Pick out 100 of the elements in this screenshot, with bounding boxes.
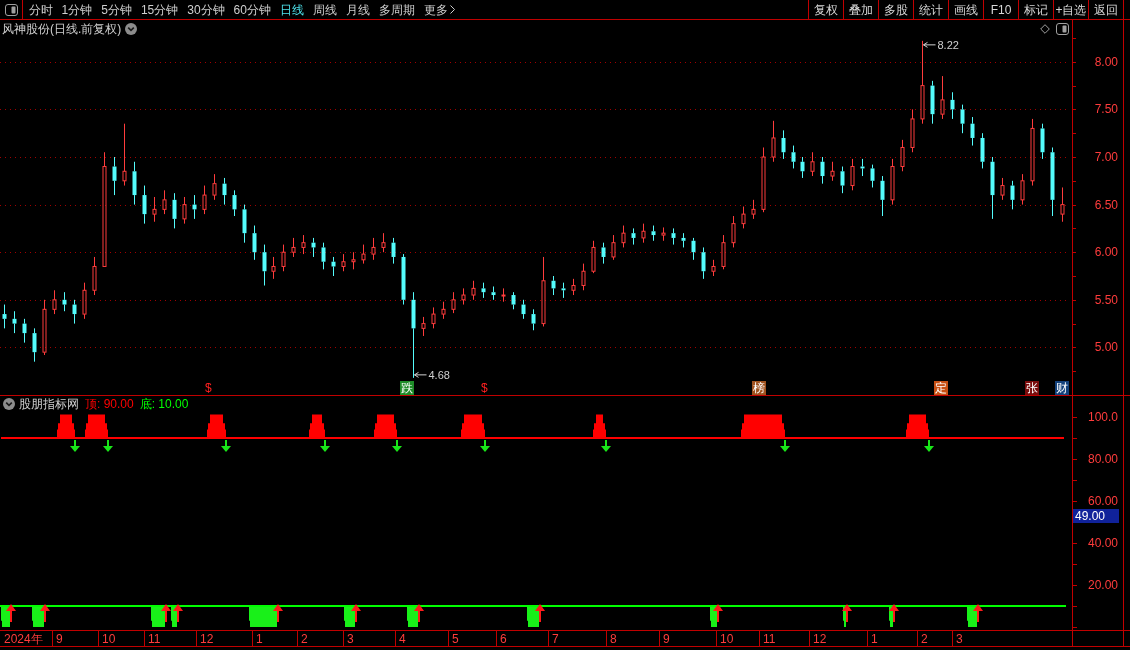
candlestick (611, 234, 616, 261)
candlestick (721, 234, 726, 270)
candlestick (850, 158, 855, 191)
toolbar-button[interactable]: 统计 (913, 0, 948, 19)
candlestick (172, 192, 177, 229)
candlestick (820, 156, 825, 185)
toolbar-button[interactable]: 标记 (1018, 0, 1053, 19)
candlestick (361, 244, 366, 265)
candlestick (781, 129, 786, 160)
chevron-right-icon (449, 5, 455, 14)
candlestick (561, 282, 566, 299)
candlestick (860, 158, 865, 177)
candlestick (192, 194, 197, 220)
candlestick (960, 104, 965, 134)
time-axis-label: 6 (500, 632, 507, 646)
candlestick (72, 299, 77, 325)
down-arrow-icon (601, 439, 611, 452)
candlestick (451, 291, 456, 314)
period-tab[interactable]: 更多 (419, 0, 460, 19)
event-tag[interactable]: 定 (934, 381, 948, 395)
event-marker[interactable]: $ (205, 381, 212, 395)
period-tab[interactable]: 周线 (308, 0, 342, 19)
toolbar-button[interactable]: 复权 (808, 0, 843, 19)
time-axis-label: 1 (256, 632, 263, 646)
candlestick (791, 145, 796, 169)
up-arrow-icon (535, 604, 545, 623)
event-tag[interactable]: 财 (1055, 381, 1069, 395)
time-axis-label: 12 (813, 632, 827, 646)
period-tab[interactable]: 1分钟 (57, 0, 97, 19)
down-arrow-icon (480, 439, 490, 452)
candlestick (800, 156, 805, 179)
time-axis-label: 9 (663, 632, 670, 646)
down-arrow-icon (780, 439, 790, 452)
time-axis-label: 2 (301, 632, 308, 646)
indicator-axis-label: 80.00 (1087, 452, 1118, 466)
diamond-icon[interactable] (1040, 24, 1050, 34)
chevron-down-circle-icon[interactable] (3, 398, 15, 410)
toolbar-button[interactable]: 叠加 (843, 0, 878, 19)
candlestick (112, 156, 117, 196)
candlestick (970, 116, 975, 147)
toolbar-button[interactable]: +自选 (1053, 0, 1088, 19)
up-arrow-icon (40, 604, 50, 623)
time-axis-label: 12 (200, 632, 214, 646)
candlestick (810, 151, 815, 177)
candlestick (461, 287, 466, 306)
candlestick (701, 246, 706, 280)
toolbar-button[interactable]: F10 (983, 0, 1018, 19)
event-tag[interactable]: 跌 (400, 381, 414, 395)
candlestick (1050, 147, 1055, 217)
candlestick (212, 173, 217, 201)
candlestick (301, 234, 306, 255)
chevron-down-circle-icon[interactable] (125, 23, 138, 35)
period-tab[interactable]: 月线 (341, 0, 375, 19)
event-marker[interactable]: $ (481, 381, 488, 395)
period-tab[interactable]: 30分钟 (182, 0, 230, 19)
candlestick (142, 185, 147, 225)
panel-toggle-icon[interactable] (4, 3, 18, 16)
panel-toggle-icon[interactable] (1056, 23, 1069, 35)
time-axis-label: 3 (956, 632, 963, 646)
time-axis-label: 9 (56, 632, 63, 646)
event-tag[interactable]: 张 (1025, 381, 1039, 395)
candlestick (541, 256, 546, 327)
toolbar-button[interactable]: 多股 (878, 0, 913, 19)
candlestick (870, 164, 875, 188)
time-axis-label: 1 (871, 632, 878, 646)
indicator-title: 股朋指标网 (19, 398, 79, 410)
up-arrow-icon (973, 604, 983, 623)
period-tab[interactable]: 多周期 (374, 0, 420, 19)
toolbar-button[interactable]: 返回 (1088, 0, 1123, 19)
candlestick (52, 289, 57, 315)
candlestick (940, 75, 945, 120)
time-axis-label: 10 (102, 632, 116, 646)
event-tag[interactable]: 榜 (752, 381, 766, 395)
candlestick (262, 244, 267, 286)
candlestick (341, 253, 346, 272)
candlestick (1010, 180, 1015, 210)
candlestick (511, 291, 516, 310)
period-tab[interactable]: 15分钟 (136, 0, 183, 19)
up-arrow-icon (889, 604, 899, 623)
candlestick (771, 120, 776, 163)
candlestick (1040, 123, 1045, 160)
candlestick (980, 132, 985, 169)
candlestick (471, 280, 476, 301)
candlestick (2, 304, 7, 329)
time-axis-label: 5 (452, 632, 459, 646)
candlestick (351, 251, 356, 270)
candlestick (1060, 186, 1065, 223)
candlestick (910, 108, 915, 153)
toolbar-button[interactable]: 画线 (948, 0, 983, 19)
candlestick (22, 318, 27, 344)
candlestick (751, 199, 756, 220)
candlestick (441, 301, 446, 320)
candlestick (501, 287, 506, 303)
period-tab[interactable]: 分时 (24, 0, 57, 19)
candlestick (761, 147, 766, 213)
down-arrow-icon (70, 439, 80, 452)
period-tab[interactable]: 5分钟 (96, 0, 137, 19)
period-tab[interactable]: 60分钟 (229, 0, 276, 19)
period-tab[interactable]: 日线 (275, 0, 309, 19)
candlestick (830, 161, 835, 182)
